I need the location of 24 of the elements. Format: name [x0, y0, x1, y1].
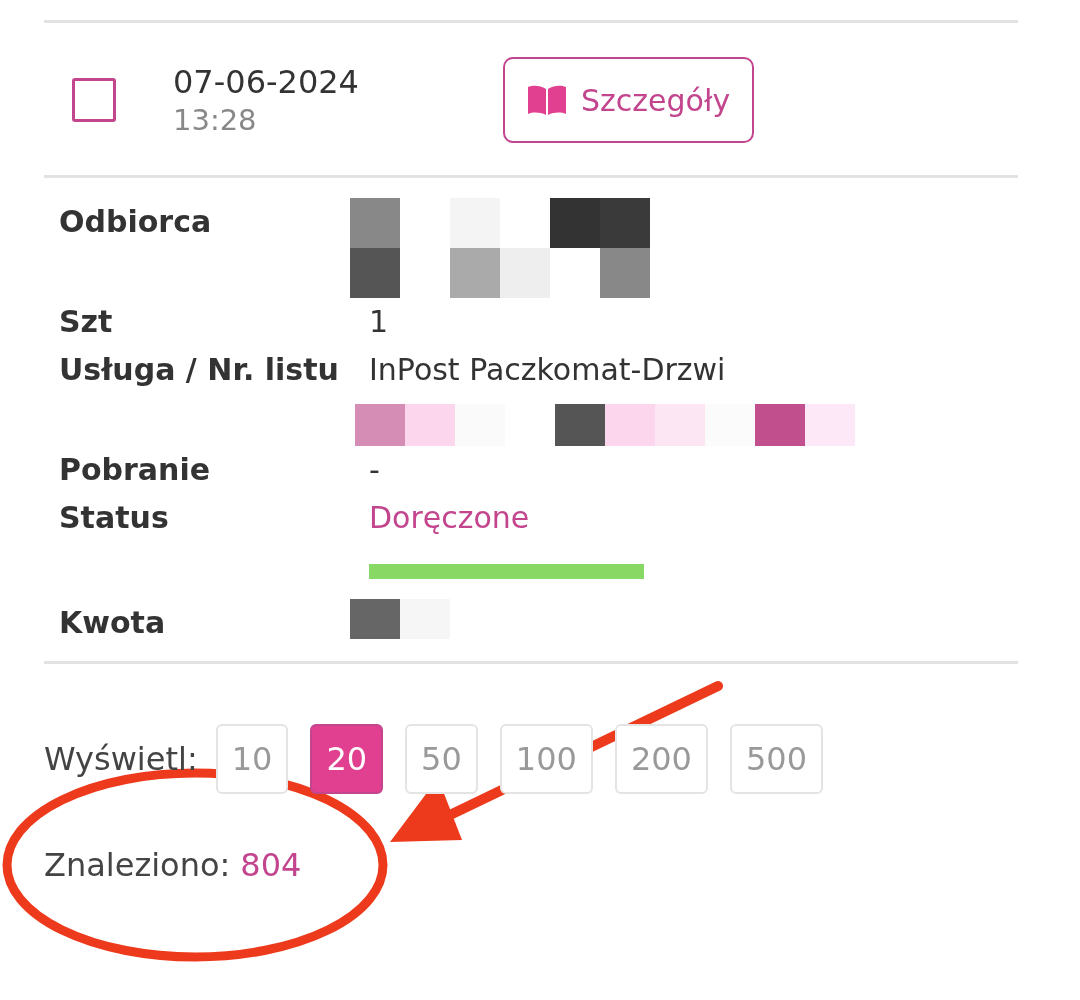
- details-button[interactable]: Szczegóły: [503, 57, 755, 143]
- detail-value: InPost Paczkomat-Drzwi: [369, 351, 727, 389]
- detail-label: Pobranie: [59, 451, 212, 489]
- page-size-option[interactable]: 500: [729, 724, 824, 794]
- page-size-option[interactable]: 20: [310, 724, 384, 794]
- detail-label: Usługa / Nr. listu: [59, 351, 340, 389]
- status-value: Doręczone: [369, 499, 531, 537]
- page-size-option[interactable]: 50: [405, 724, 478, 794]
- page-size-option[interactable]: 100: [499, 724, 593, 794]
- detail-value: -: [369, 451, 381, 489]
- book-icon: [527, 84, 567, 116]
- shipment-time: 13:28: [173, 103, 258, 137]
- found-count: 804: [240, 846, 302, 884]
- detail-label: Status: [59, 499, 170, 537]
- shipment-date: 07-06-2024: [173, 63, 360, 101]
- detail-value: 1: [369, 303, 390, 341]
- page-size-label: Wyświetl:: [44, 740, 198, 778]
- found-label: Znaleziono:: [44, 846, 231, 884]
- page-size-option[interactable]: 10: [215, 724, 289, 794]
- detail-label: Kwota: [59, 604, 167, 642]
- detail-label: Szt: [59, 303, 114, 341]
- detail-label: Odbiorca: [59, 203, 213, 241]
- page-size-option[interactable]: 200: [614, 724, 708, 794]
- checkbox[interactable]: [72, 78, 116, 122]
